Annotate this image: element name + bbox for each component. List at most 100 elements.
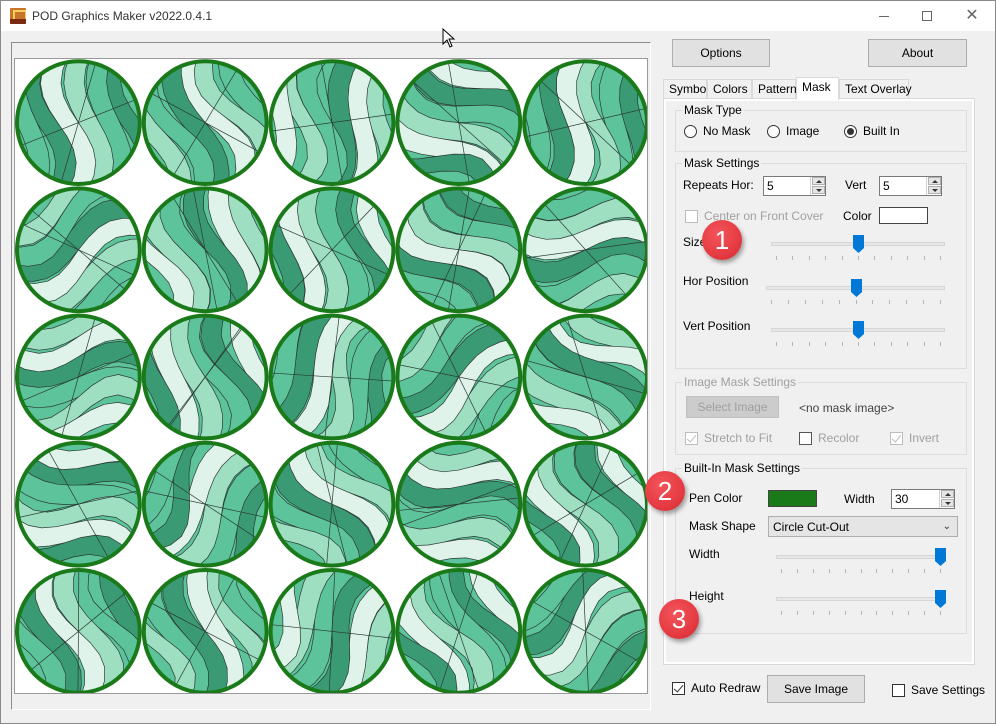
radio-image[interactable]: Image (767, 124, 819, 138)
slider-tick (858, 256, 859, 260)
slider-thumb[interactable] (850, 279, 862, 297)
checkbox-indicator (672, 681, 685, 695)
tab-symbol[interactable]: Symbol (663, 79, 709, 99)
slider-thumb[interactable] (853, 235, 864, 253)
title-bar: POD Graphics Maker v2022.0.4.1 ✕ (1, 1, 995, 31)
repeats-hor-value: 5 (767, 179, 774, 193)
slider-tick (940, 611, 941, 615)
slider-tick (858, 342, 859, 346)
checkbox-label: Auto Redraw (691, 681, 761, 695)
slider-tick (825, 342, 827, 346)
slider-tick (792, 256, 794, 260)
image-mask-settings-title: Image Mask Settings (682, 375, 799, 389)
pen-color-label: Pen Color (689, 491, 743, 505)
radio-built-in[interactable]: Built In (844, 124, 900, 138)
slider-tick (808, 342, 810, 346)
invert-checkbox[interactable]: Invert (890, 431, 939, 445)
vert-position-slider[interactable] (771, 321, 945, 347)
auto-redraw-checkbox[interactable]: Auto Redraw (672, 681, 760, 695)
window-title: POD Graphics Maker v2022.0.4.1 (32, 9, 213, 23)
slider-thumb[interactable] (935, 590, 946, 608)
options-button[interactable]: Options (672, 39, 770, 67)
app-window: POD Graphics Maker v2022.0.4.1 ✕ Options… (0, 0, 996, 724)
slider-tick (860, 569, 862, 573)
builtin-mask-settings-title: Built-In Mask Settings (682, 461, 803, 475)
shape-width-label: Width (689, 547, 720, 561)
shape-height-label: Height (689, 589, 724, 603)
save-image-button[interactable]: Save Image (767, 675, 865, 703)
spin-up-icon[interactable] (812, 177, 825, 185)
shape-height-slider[interactable] (776, 590, 946, 616)
minimize-button[interactable] (861, 1, 907, 31)
close-button[interactable]: ✕ (949, 1, 995, 31)
hor-position-label: Hor Position (683, 274, 749, 288)
slider-tick (890, 342, 892, 346)
tab-mask[interactable]: Mask (796, 77, 839, 100)
repeats-hor-label: Repeats Hor: (683, 178, 754, 192)
slider-tick (940, 300, 941, 304)
slider-tick (940, 569, 941, 573)
slider-tick (812, 611, 814, 615)
spin-down-icon[interactable] (941, 499, 954, 507)
spin-down-icon[interactable] (928, 186, 941, 194)
slider-tick (923, 342, 925, 346)
size-slider[interactable] (771, 235, 945, 261)
checkbox-indicator (892, 683, 905, 697)
slider-tick (821, 300, 823, 304)
slider-tick (874, 256, 876, 260)
repeats-hor-spinner[interactable]: 5 (763, 176, 826, 196)
slider-tick (906, 300, 908, 304)
slider-tick (924, 611, 926, 615)
slider-tick (838, 300, 840, 304)
slider-tick (841, 256, 843, 260)
slider-ticks (776, 611, 945, 615)
slider-tick (860, 611, 862, 615)
slider-ticks (771, 256, 945, 260)
vert-position-label: Vert Position (683, 319, 751, 333)
repeats-vert-value: 5 (883, 179, 890, 193)
select-image-button[interactable]: Select Image (686, 396, 779, 418)
annotation-badge-3: 3 (659, 599, 699, 639)
slider-thumb[interactable] (935, 548, 946, 566)
center-on-front-cover-checkbox[interactable]: Center on Front Cover (685, 209, 823, 223)
slider-thumb[interactable] (853, 321, 864, 339)
slider-tick (855, 300, 857, 304)
slider-track[interactable] (776, 597, 945, 601)
slider-tick (812, 569, 814, 573)
tab-text-overlay[interactable]: Text Overlay (839, 79, 912, 99)
radio-indicator (767, 124, 780, 138)
slider-tick (825, 256, 827, 260)
slider-tick (876, 569, 878, 573)
repeats-vert-spinner[interactable]: 5 (879, 176, 942, 196)
about-button[interactable]: About (868, 39, 967, 67)
pen-width-spinner[interactable]: 30 (891, 489, 955, 509)
shape-width-slider[interactable] (776, 548, 946, 574)
slider-tick (890, 256, 892, 260)
mask-shape-dropdown[interactable]: Circle Cut-Out ⌄ (768, 516, 958, 537)
spin-up-icon[interactable] (928, 177, 941, 185)
spin-up-icon[interactable] (941, 490, 954, 498)
app-logo-icon (10, 8, 26, 24)
annotation-badge-2: 2 (645, 471, 685, 511)
slider-tick (796, 569, 798, 573)
recolor-checkbox[interactable]: Recolor (799, 431, 859, 445)
save-settings-checkbox[interactable]: Save Settings (892, 683, 985, 697)
spin-down-icon[interactable] (812, 186, 825, 194)
slider-tick (940, 256, 941, 260)
slider-tick (907, 342, 909, 346)
hor-position-slider[interactable] (766, 279, 945, 305)
slider-tick (776, 342, 777, 346)
slider-tick (844, 611, 846, 615)
radio-no-mask[interactable]: No Mask (684, 124, 750, 138)
slider-tick (787, 300, 789, 304)
mask-color-swatch[interactable] (879, 207, 928, 224)
maximize-button[interactable] (904, 1, 950, 31)
pen-color-swatch[interactable] (768, 490, 817, 507)
pen-width-value: 30 (895, 492, 909, 506)
tab-colors[interactable]: Colors (707, 79, 752, 99)
mask-shape-label: Mask Shape (689, 519, 756, 533)
tab-pattern[interactable]: Pattern (752, 79, 797, 99)
slider-track[interactable] (776, 555, 945, 559)
stretch-to-fit-checkbox[interactable]: Stretch to Fit (685, 431, 772, 445)
mask-settings-title: Mask Settings (682, 156, 762, 170)
